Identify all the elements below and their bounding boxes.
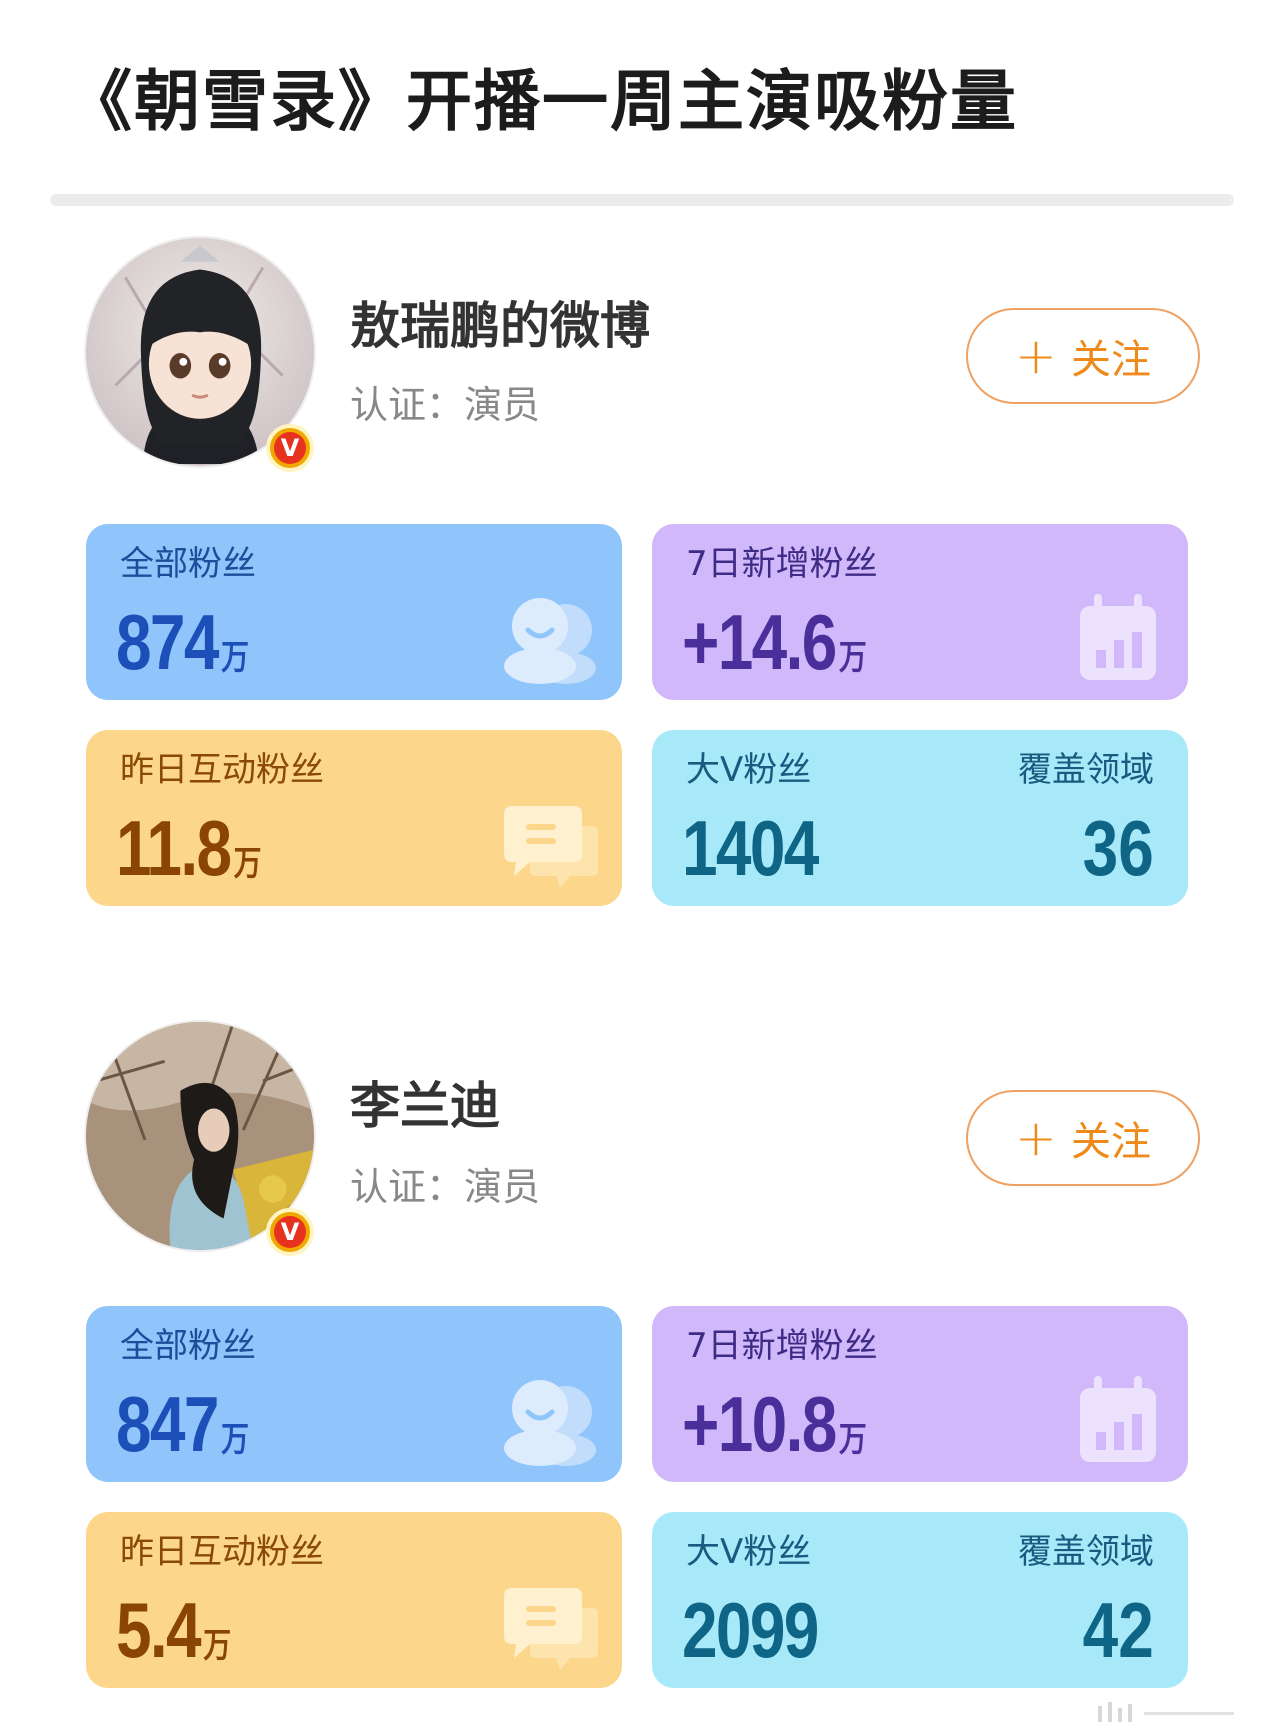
stat-value: 847万 <box>116 1380 249 1468</box>
stat-value: 2099 <box>682 1586 819 1674</box>
stat-card-bigv-fans[interactable]: 大V粉丝 覆盖领域 2099 42 <box>652 1512 1188 1688</box>
people-icon <box>504 1380 596 1466</box>
stat-label: 覆盖领域 <box>1018 750 1154 790</box>
stat-label: 覆盖领域 <box>1018 1532 1154 1572</box>
stat-card-interactive-fans[interactable]: 昨日互动粉丝 11.8万 <box>86 730 622 906</box>
calendar-chart-icon <box>1080 1376 1156 1462</box>
plus-icon: + <box>1015 1109 1057 1167</box>
stat-value: 5.4万 <box>116 1586 232 1674</box>
stat-value: +10.8万 <box>682 1380 867 1468</box>
stat-value: 42 <box>1082 1586 1154 1674</box>
verification-label: 认证：演员 <box>350 1165 541 1209</box>
profile-name[interactable]: 李兰迪 <box>350 1066 500 1138</box>
stat-label: 7日新增粉丝 <box>686 1326 878 1366</box>
stat-card-bigv-fans[interactable]: 大V粉丝 覆盖领域 1404 36 <box>652 730 1188 906</box>
stat-value: 1404 <box>682 804 819 892</box>
stat-card-total-fans[interactable]: 全部粉丝 847万 <box>86 1306 622 1482</box>
follow-label: 关注 <box>1070 1119 1151 1165</box>
stat-label: 大V粉丝 <box>686 1532 812 1572</box>
stat-value: 11.8万 <box>116 804 262 892</box>
follow-button[interactable]: + 关注 <box>966 1090 1200 1186</box>
stat-label: 昨日互动粉丝 <box>120 750 324 790</box>
chat-bubble-icon <box>504 806 598 888</box>
watermark-logo <box>1098 1702 1234 1722</box>
stat-card-new-fans-7d[interactable]: 7日新增粉丝 +10.8万 <box>652 1306 1188 1482</box>
stat-label: 昨日互动粉丝 <box>120 1532 324 1572</box>
profile-card-2: V 李兰迪 认证：演员 + 关注 全部粉丝 847万 7日新增粉丝 +10.8万… <box>0 0 1284 1688</box>
verified-v-icon: V <box>266 1208 314 1256</box>
stat-value: 36 <box>1082 804 1154 892</box>
stat-card-interactive-fans[interactable]: 昨日互动粉丝 5.4万 <box>86 1512 622 1688</box>
stat-label: 全部粉丝 <box>120 1326 256 1366</box>
chat-bubble-icon <box>504 1588 598 1670</box>
stat-label: 大V粉丝 <box>686 750 812 790</box>
